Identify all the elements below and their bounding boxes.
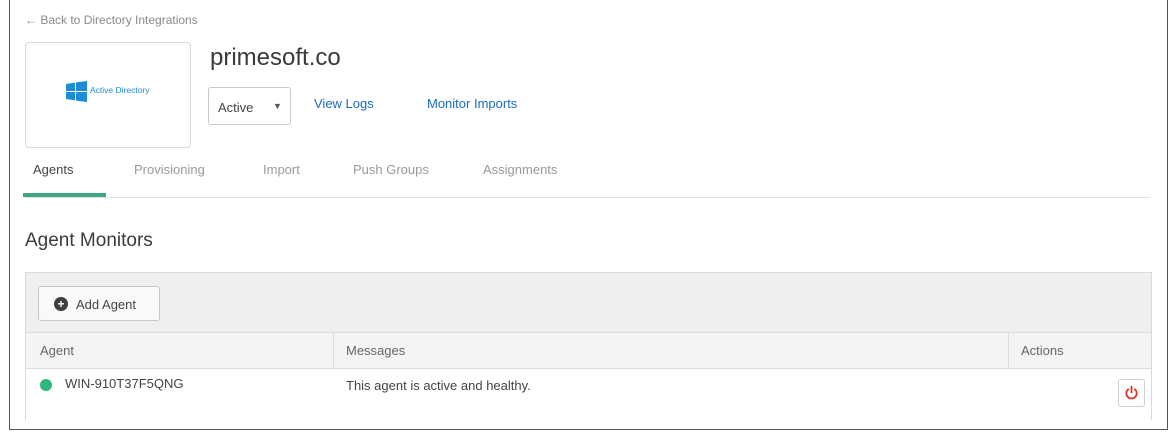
column-header-agent: Agent — [40, 343, 74, 358]
power-icon — [1125, 385, 1138, 400]
column-header-actions: Actions — [1021, 343, 1064, 358]
status-value: Active — [218, 100, 254, 115]
tab-agents[interactable]: Agents — [33, 162, 73, 177]
windows-logo-icon — [66, 81, 87, 102]
plus-circle-icon: + — [54, 297, 68, 311]
app-logo: Active Directory — [25, 42, 191, 148]
logo-text: Active Directory — [90, 85, 150, 95]
tab-import[interactable]: Import — [263, 162, 300, 177]
column-divider — [333, 333, 334, 368]
column-divider — [1008, 333, 1009, 368]
power-button[interactable] — [1118, 379, 1145, 407]
tab-push-groups[interactable]: Push Groups — [353, 162, 429, 177]
status-dot-icon — [40, 379, 52, 391]
tab-provisioning[interactable]: Provisioning — [134, 162, 205, 177]
agent-message: This agent is active and healthy. — [346, 378, 531, 393]
panel-toolbar: + Add Agent — [26, 273, 1151, 333]
agent-name: WIN-910T37F5QNG — [65, 376, 184, 391]
column-header-messages: Messages — [346, 343, 406, 358]
tab-bar: Agents Provisioning Import Push Groups A… — [23, 148, 1150, 198]
view-logs-link[interactable]: View Logs — [314, 96, 374, 111]
monitor-imports-link[interactable]: Monitor Imports — [427, 96, 517, 111]
tab-assignments[interactable]: Assignments — [483, 162, 557, 177]
add-agent-button[interactable]: + Add Agent — [38, 286, 160, 321]
table-header: Agent Messages Actions — [26, 333, 1151, 369]
agent-monitors-panel: + Add Agent Agent Messages Actions WIN-9… — [25, 272, 1152, 420]
add-agent-label: Add Agent — [76, 297, 136, 312]
section-title: Agent Monitors — [25, 230, 153, 251]
table-row: WIN-910T37F5QNG This agent is active and… — [26, 369, 1151, 420]
back-link[interactable]: ← Back to Directory Integrations — [25, 13, 198, 27]
caret-down-icon: ▼ — [273, 101, 282, 111]
status-dropdown[interactable]: Active ▼ — [208, 87, 291, 125]
active-tab-indicator — [23, 193, 106, 197]
app-title: primesoft.co — [210, 44, 341, 71]
